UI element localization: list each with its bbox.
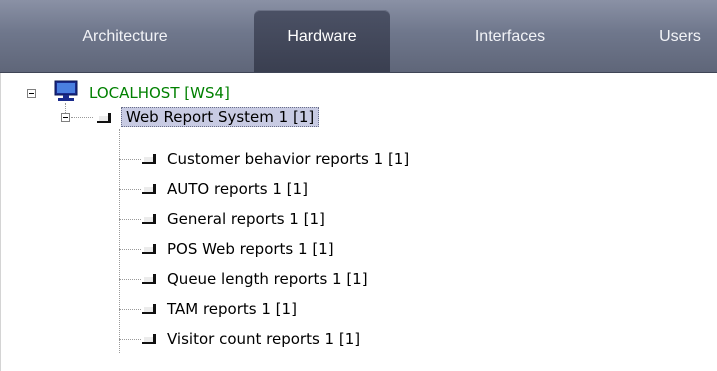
tree-node-web-report-system-label: Web Report System 1 [1]	[121, 107, 320, 127]
hardware-tree: LOCALHOST [WS4] Web Report System 1 [1] …	[0, 73, 717, 371]
tree-connector	[119, 309, 141, 310]
module-icon	[142, 214, 156, 224]
tree-node-customer-behavior-reports[interactable]: Customer behavior reports 1 [1]	[163, 147, 413, 171]
tree-node-label: Customer behavior reports 1 [1]	[167, 150, 410, 168]
tree-connector	[119, 159, 141, 160]
tree-node-label: Visitor count reports 1 [1]	[167, 330, 361, 348]
tree-node-general-reports[interactable]: General reports 1 [1]	[163, 207, 329, 231]
tree-node-tam-reports[interactable]: TAM reports 1 [1]	[163, 297, 301, 321]
tree-connector	[119, 129, 120, 353]
tree-node-label: General reports 1 [1]	[167, 210, 325, 228]
tree-connector	[119, 339, 141, 340]
tree-node-localhost-label: LOCALHOST [WS4]	[89, 84, 230, 102]
tree-node-label: AUTO reports 1 [1]	[167, 180, 308, 198]
tree-connector	[119, 249, 141, 250]
tree-connector	[119, 189, 141, 190]
tree-node-queue-length-reports[interactable]: Queue length reports 1 [1]	[163, 267, 372, 291]
tree-connector	[71, 117, 93, 118]
module-icon	[142, 334, 156, 344]
tree-node-localhost[interactable]: LOCALHOST [WS4]	[85, 81, 234, 105]
tab-interfaces[interactable]: Interfaces	[435, 10, 585, 72]
computer-icon	[54, 80, 78, 101]
tree-connector	[119, 279, 141, 280]
tree-node-auto-reports[interactable]: AUTO reports 1 [1]	[163, 177, 312, 201]
tree-node-web-report-system[interactable]: Web Report System 1 [1]	[121, 105, 320, 129]
module-icon	[142, 244, 156, 254]
module-icon	[142, 154, 156, 164]
tree-node-label: POS Web reports 1 [1]	[167, 240, 334, 258]
module-icon	[97, 113, 111, 123]
tab-hardware[interactable]: Hardware	[254, 10, 390, 72]
tab-bar: Architecture Hardware Interfaces Users	[0, 0, 717, 73]
system-collapse-icon[interactable]	[61, 113, 70, 122]
tab-users[interactable]: Users	[630, 10, 717, 72]
tree-node-label: TAM reports 1 [1]	[167, 300, 297, 318]
tree-node-pos-web-reports[interactable]: POS Web reports 1 [1]	[163, 237, 338, 261]
tree-node-label: Queue length reports 1 [1]	[167, 270, 368, 288]
module-icon	[142, 184, 156, 194]
module-icon	[142, 304, 156, 314]
root-collapse-icon[interactable]	[27, 89, 36, 98]
tab-architecture[interactable]: Architecture	[40, 10, 210, 72]
module-icon	[142, 274, 156, 284]
tree-node-visitor-count-reports[interactable]: Visitor count reports 1 [1]	[163, 327, 364, 351]
tree-connector	[119, 219, 141, 220]
